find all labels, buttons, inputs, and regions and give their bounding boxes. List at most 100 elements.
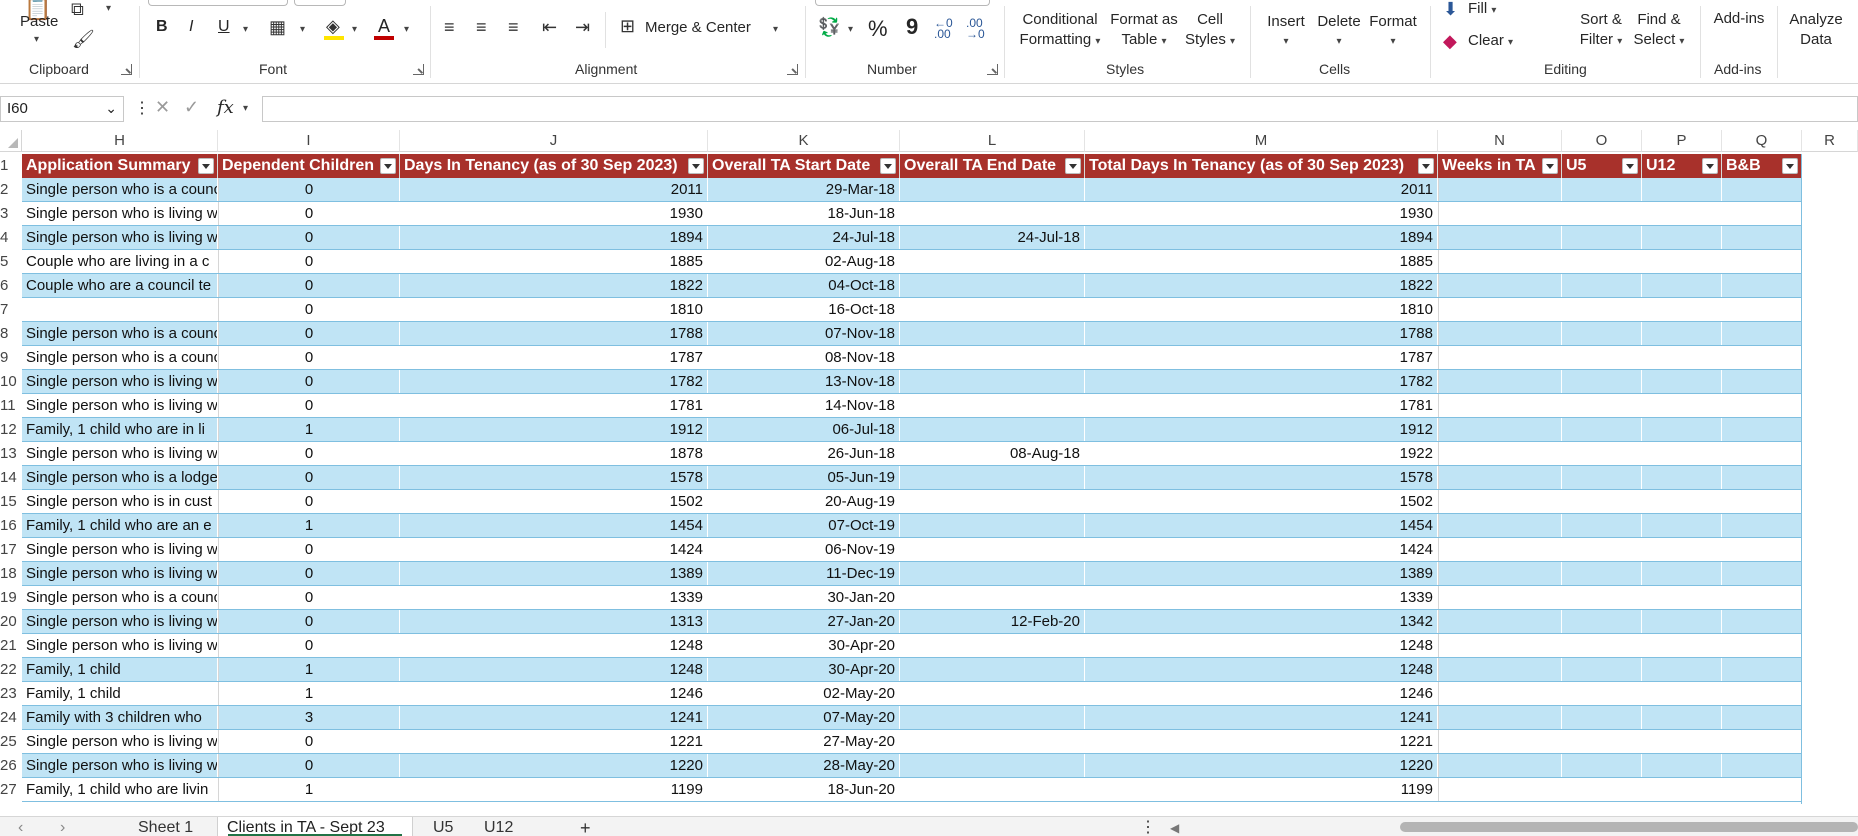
table-cell[interactable]: Family, 1 child who are an e — [22, 514, 218, 538]
table-cell[interactable]: 20-Aug-19 — [708, 490, 900, 514]
table-cell[interactable]: 0 — [218, 610, 400, 634]
row-header[interactable]: 16 — [0, 514, 22, 538]
table-cell[interactable]: Family, 1 child who are livin — [22, 778, 218, 802]
table-cell[interactable]: 07-Nov-18 — [708, 322, 900, 346]
table-cell[interactable]: 1885 — [1085, 250, 1438, 274]
table-cell[interactable]: 1199 — [1085, 778, 1438, 802]
formula-input[interactable] — [262, 96, 1858, 122]
table-cell[interactable]: 1248 — [1085, 658, 1438, 682]
filter-dropdown-icon[interactable] — [380, 158, 396, 174]
table-cell[interactable]: 1248 — [400, 658, 708, 682]
table-cell[interactable] — [1438, 634, 1562, 658]
borders-chevron-icon[interactable]: ▾ — [300, 24, 305, 35]
table-cell[interactable]: Single person who is living w — [22, 394, 218, 418]
table-cell[interactable]: 1248 — [1085, 634, 1438, 658]
table-cell[interactable] — [1562, 250, 1642, 274]
table-cell[interactable] — [1642, 274, 1722, 298]
increase-decimal-button[interactable]: ←0 .00 — [934, 17, 962, 40]
table-cell[interactable]: 1878 — [400, 442, 708, 466]
table-cell[interactable]: 11-Dec-19 — [708, 562, 900, 586]
table-cell[interactable]: 0 — [218, 754, 400, 778]
table-cell[interactable]: 29-Mar-18 — [708, 178, 900, 202]
table-cell[interactable]: 1424 — [1085, 538, 1438, 562]
table-cell[interactable] — [1642, 418, 1722, 442]
table-cell[interactable] — [1642, 538, 1722, 562]
table-cell[interactable] — [1438, 682, 1562, 706]
accounting-format-icon[interactable]: 💱 — [818, 18, 840, 36]
table-cell[interactable] — [1722, 754, 1802, 778]
align-left-icon[interactable]: ≡ — [444, 18, 455, 36]
row-header[interactable]: 8 — [0, 322, 22, 346]
table-cell[interactable]: 0 — [218, 586, 400, 610]
row-header[interactable]: 21 — [0, 634, 22, 658]
table-cell[interactable] — [1642, 490, 1722, 514]
table-cell[interactable] — [900, 658, 1085, 682]
row-header[interactable]: 24 — [0, 706, 22, 730]
table-cell[interactable]: 26-Jun-18 — [708, 442, 900, 466]
table-cell[interactable]: 1342 — [1085, 610, 1438, 634]
table-cell[interactable]: 3 — [218, 706, 400, 730]
insert-button[interactable]: Insert ▾ — [1260, 12, 1312, 52]
table-cell[interactable] — [1722, 610, 1802, 634]
table-cell[interactable] — [1642, 250, 1722, 274]
table-cell[interactable] — [1642, 562, 1722, 586]
table-cell[interactable]: 1930 — [1085, 202, 1438, 226]
table-cell[interactable] — [1438, 658, 1562, 682]
table-cell[interactable]: 0 — [218, 178, 400, 202]
row-header[interactable]: 12 — [0, 418, 22, 442]
table-cell[interactable]: 1578 — [400, 466, 708, 490]
table-cell[interactable] — [1562, 442, 1642, 466]
table-cell[interactable] — [1722, 418, 1802, 442]
table-cell[interactable]: Single person who is a counc — [22, 322, 218, 346]
table-cell[interactable]: 0 — [218, 394, 400, 418]
table-cell[interactable]: Single person who is living w — [22, 610, 218, 634]
table-cell[interactable]: 27-May-20 — [708, 730, 900, 754]
table-cell[interactable] — [1722, 730, 1802, 754]
row-header[interactable]: 11 — [0, 394, 22, 418]
table-cell[interactable]: 1 — [218, 682, 400, 706]
row-header[interactable]: 3 — [0, 202, 22, 226]
table-cell[interactable]: 0 — [218, 538, 400, 562]
table-cell[interactable] — [900, 730, 1085, 754]
table-cell[interactable] — [900, 178, 1085, 202]
table-cell[interactable]: 1220 — [400, 754, 708, 778]
table-cell[interactable] — [1562, 466, 1642, 490]
percent-style-button[interactable]: % — [868, 16, 888, 42]
table-cell[interactable]: 1389 — [1085, 562, 1438, 586]
table-cell[interactable]: 1221 — [400, 730, 708, 754]
table-cell[interactable] — [1438, 754, 1562, 778]
table-cell[interactable]: 1822 — [1085, 274, 1438, 298]
table-cell[interactable] — [900, 202, 1085, 226]
table-cell[interactable]: Family, 1 child — [22, 682, 218, 706]
table-cell[interactable] — [1722, 682, 1802, 706]
table-cell[interactable] — [1438, 562, 1562, 586]
table-cell[interactable] — [1722, 466, 1802, 490]
table-cell[interactable] — [900, 490, 1085, 514]
italic-button[interactable]: I — [189, 18, 193, 36]
table-cell[interactable] — [1642, 634, 1722, 658]
table-cell[interactable] — [1642, 346, 1722, 370]
table-cell[interactable] — [1438, 538, 1562, 562]
table-cell[interactable]: 1788 — [1085, 322, 1438, 346]
table-cell[interactable]: 2011 — [400, 178, 708, 202]
table-cell[interactable]: 04-Oct-18 — [708, 274, 900, 298]
filter-dropdown-icon[interactable] — [1702, 158, 1718, 174]
table-cell[interactable] — [1438, 202, 1562, 226]
table-cell[interactable] — [1438, 226, 1562, 250]
table-cell[interactable] — [1438, 298, 1562, 322]
filter-dropdown-icon[interactable] — [880, 158, 896, 174]
table-cell[interactable]: 1199 — [400, 778, 708, 802]
table-cell[interactable] — [1562, 730, 1642, 754]
table-cell[interactable]: Single person who is living w — [22, 538, 218, 562]
underline-button[interactable]: U — [218, 18, 230, 36]
add-ins-button[interactable]: Add-ins — [1708, 10, 1770, 27]
row-header[interactable]: 25 — [0, 730, 22, 754]
table-cell[interactable] — [900, 634, 1085, 658]
table-cell[interactable]: 0 — [218, 322, 400, 346]
table-cell[interactable]: 0 — [218, 490, 400, 514]
table-cell[interactable]: 30-Apr-20 — [708, 634, 900, 658]
table-header-cell[interactable]: B&B — [1722, 154, 1802, 178]
table-cell[interactable]: 1220 — [1085, 754, 1438, 778]
row-header[interactable]: 27 — [0, 778, 22, 802]
column-header-l[interactable]: L — [900, 130, 1085, 152]
